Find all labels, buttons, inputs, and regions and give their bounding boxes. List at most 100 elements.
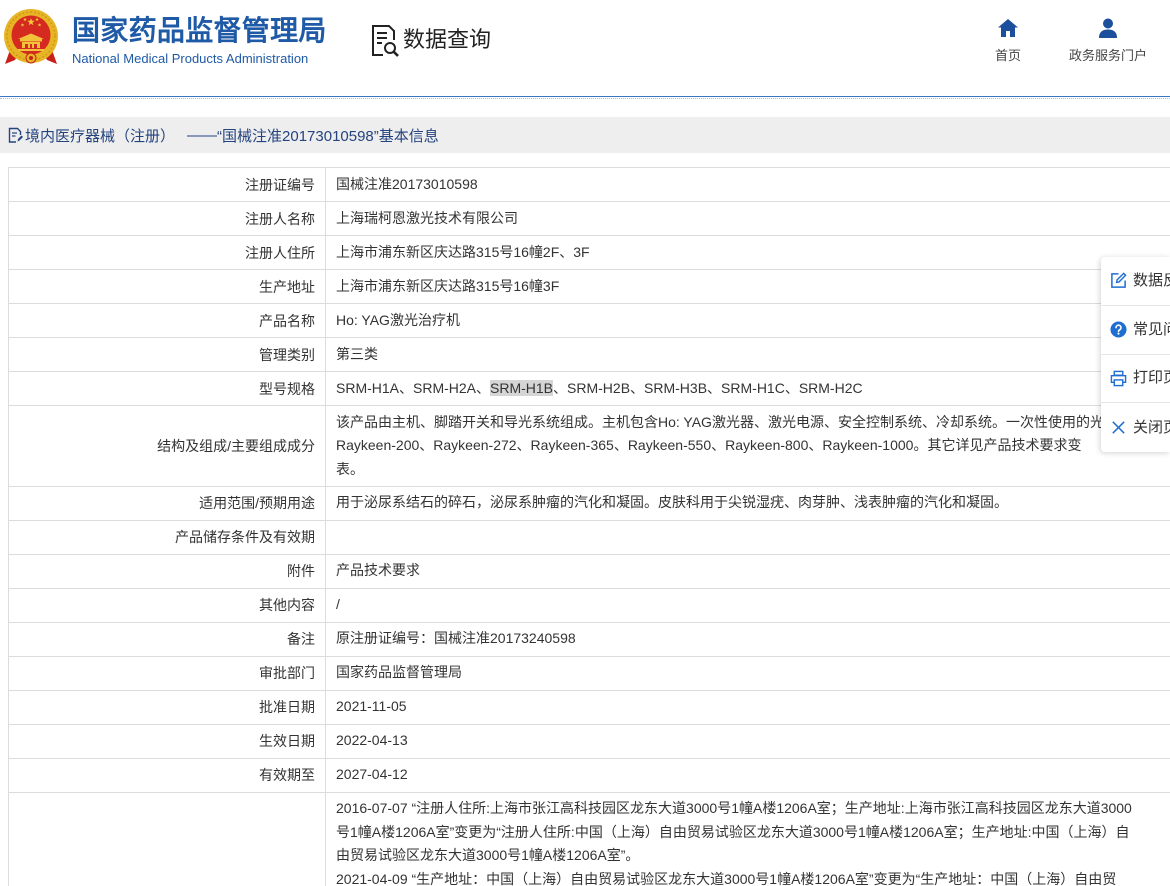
- field-value: 上海市浦东新区庆达路315号16幢3F: [326, 270, 1170, 303]
- value-line: SRM-H1A、SRM-H2A、SRM-H1B、SRM-H2B、SRM-H3B、…: [336, 377, 1170, 401]
- table-row: 注册证编号 国械注准20173010598: [9, 168, 1170, 202]
- text-segment: SRM-H1A、SRM-H2A、: [336, 379, 491, 396]
- value-line: 上海市浦东新区庆达路315号16幢2F、3F: [336, 243, 590, 260]
- breadcrumb: 境内医疗器械（注册） —— “国械注准20173010598”基本信息: [0, 117, 1170, 153]
- panel-item-label: 打印页: [1133, 369, 1170, 387]
- field-value: 国家药品监督管理局: [326, 657, 1170, 690]
- nav-home-link[interactable]: 首页: [978, 18, 1038, 68]
- value-line: 2022-04-13: [336, 732, 408, 749]
- field-value: 上海市浦东新区庆达路315号16幢2F、3F: [326, 236, 1170, 269]
- value-line: 2021-11-05: [336, 698, 407, 715]
- selected-text: SRM-H1B: [490, 379, 554, 396]
- field-label: 注册人名称: [9, 202, 326, 235]
- section-title: 数据查询: [403, 27, 492, 52]
- table-row: 审批部门 国家药品监督管理局: [9, 656, 1170, 691]
- page: 国家药品监督管理局 National Medical Products Admi…: [0, 0, 1170, 886]
- text-segment: 、SRM-H2B、SRM-H3B、SRM-H1C、SRM-H2C: [553, 379, 863, 396]
- value-line: 国械注准20173010598: [336, 175, 478, 192]
- value-line: 上海市浦东新区庆达路315号16幢3F: [336, 277, 560, 294]
- close-page-button[interactable]: 关闭页: [1101, 403, 1170, 452]
- field-value: 用于泌尿系结石的碎石，泌尿系肿瘤的汽化和凝固。皮肤科用于尖锐湿疣、肉芽肿、浅表肿…: [326, 487, 1170, 520]
- field-value: 该产品由主机、脚踏开关和导光系统组成。主机包含Ho: YAG激光器、激光电源、安…: [326, 406, 1170, 486]
- side-tool-panel: 数据反 常见问 打印页: [1101, 257, 1170, 452]
- value-line: 由贸易试验区龙东大道3000号1幢A楼1206A室”。: [336, 847, 640, 863]
- field-value: [326, 521, 1170, 554]
- table-row: 其他内容 /: [9, 588, 1170, 623]
- printer-icon: [1110, 370, 1127, 387]
- panel-item-label: 数据反: [1133, 271, 1170, 289]
- table-row: 生效日期 2022-04-13: [9, 724, 1170, 759]
- field-label: 其他内容: [9, 588, 326, 622]
- field-label: [9, 792, 326, 886]
- value-line: Ho: YAG激光治疗机: [336, 311, 460, 328]
- field-label: 批准日期: [9, 690, 326, 724]
- field-value: 2027-04-12: [326, 759, 1170, 792]
- close-icon: [1110, 419, 1127, 436]
- value-line: 号1幢A楼1206A室”变更为“注册人住所:中国（上海）自由贸易试验区龙东大道3…: [336, 823, 1130, 840]
- field-label: 生产地址: [9, 270, 326, 303]
- field-label: 适用范围/预期用途: [9, 486, 326, 520]
- table-row: 备注 原注册证编号：国械注准20173240598: [9, 622, 1170, 657]
- field-value: 国械注准20173010598: [326, 168, 1170, 201]
- table-row: 型号规格 SRM-H1A、SRM-H2A、SRM-H1B、SRM-H2B、SRM-…: [9, 372, 1170, 406]
- national-emblem-icon: [3, 8, 59, 66]
- value-line: 第三类: [336, 345, 378, 362]
- value-line: 该产品由主机、脚踏开关和导光系统组成。主机包含Ho: YAG激光器、激光电源、安…: [336, 413, 1104, 430]
- field-value: 2016-07-07 “注册人住所:上海市张江高科技园区龙东大道3000号1幢A…: [326, 793, 1170, 886]
- site-subtitle: National Medical Products Administration: [72, 51, 309, 66]
- nav-service-portal-label: 政务服务门户: [1068, 48, 1147, 63]
- registration-info-table: 注册证编号 国械注准20173010598 注册人名称 上海瑞柯恩激光技术有限公司 注册…: [8, 167, 1170, 886]
- value-line: 国家药品监督管理局: [336, 664, 462, 681]
- field-label: 备注: [9, 622, 326, 656]
- value-line: 表。: [336, 460, 364, 477]
- value-line: 原注册证编号：国械注准20173240598: [336, 630, 576, 647]
- site-header: 国家药品监督管理局 National Medical Products Admi…: [0, 0, 1170, 96]
- edit-icon: [1110, 272, 1127, 289]
- value-line: 用于泌尿系结石的碎石，泌尿系肿瘤的汽化和凝固。皮肤科用于尖锐湿疣、肉芽肿、浅表肿…: [336, 494, 1008, 511]
- table-row: 结构及组成/主要组成成分 该产品由主机、脚踏开关和导光系统组成。主机包含Ho: Y…: [9, 406, 1170, 487]
- value-line: 产品技术要求: [336, 562, 420, 579]
- field-value: 原注册证编号：国械注准20173240598: [326, 623, 1170, 656]
- field-label: 审批部门: [9, 656, 326, 690]
- field-label: 结构及组成/主要组成成分: [9, 406, 326, 486]
- value-line: 2027-04-12: [336, 766, 408, 783]
- field-label: 管理类别: [9, 338, 326, 371]
- table-row: 产品储存条件及有效期: [9, 520, 1170, 555]
- breadcrumb-separator: ——: [187, 126, 218, 144]
- faq-button[interactable]: 常见问: [1101, 306, 1170, 355]
- table-row: 注册人住所 上海市浦东新区庆达路315号16幢2F、3F: [9, 236, 1170, 270]
- field-value: 第三类: [326, 338, 1170, 371]
- site-logo-link[interactable]: 国家药品监督管理局 National Medical Products Admi…: [0, 6, 340, 70]
- table-row: 适用范围/预期用途 用于泌尿系结石的碎石，泌尿系肿瘤的汽化和凝固。皮肤科用于尖锐湿…: [9, 486, 1170, 521]
- table-row: 管理类别 第三类: [9, 338, 1170, 372]
- field-value: 2022-04-13: [326, 725, 1170, 758]
- breadcrumb-title: “国械注准20173010598”基本信息: [217, 127, 439, 145]
- field-label: 注册人住所: [9, 236, 326, 269]
- nav-service-portal-link[interactable]: 政务服务门户: [1058, 18, 1158, 68]
- field-label: 型号规格: [9, 372, 326, 405]
- value-line: 2016-07-07 “注册人住所:上海市张江高科技园区龙东大道3000号1幢A…: [336, 800, 1132, 816]
- site-title: 国家药品监督管理局: [72, 15, 327, 46]
- value-line: /: [336, 596, 340, 613]
- question-circle-icon: [1110, 321, 1127, 338]
- data-query-icon: [370, 24, 400, 58]
- table-row: 附件 产品技术要求: [9, 554, 1170, 589]
- home-icon: [997, 18, 1019, 38]
- nav-home-label: 首页: [994, 48, 1021, 63]
- table-row: 产品名称 Ho: YAG激光治疗机: [9, 304, 1170, 338]
- field-label: 附件: [9, 554, 326, 588]
- value-line: 2021-04-09 “生产地址：中国（上海）自由贸易试验区龙东大道3000号1…: [336, 870, 1117, 886]
- print-page-button[interactable]: 打印页: [1101, 355, 1170, 404]
- field-value: 2021-11-05: [326, 691, 1170, 724]
- data-feedback-button[interactable]: 数据反: [1101, 257, 1170, 306]
- field-value: 上海瑞柯恩激光技术有限公司: [326, 202, 1170, 235]
- field-label: 注册证编号: [9, 168, 326, 201]
- panel-item-label: 常见问: [1133, 320, 1170, 338]
- field-value: 产品技术要求: [326, 555, 1170, 588]
- table-row: 有效期至 2027-04-12: [9, 758, 1170, 793]
- field-label: 产品储存条件及有效期: [9, 520, 326, 554]
- table-row: 生产地址 上海市浦东新区庆达路315号16幢3F: [9, 270, 1170, 304]
- panel-item-label: 关闭页: [1133, 418, 1170, 436]
- table-row: 2016-07-07 “注册人住所:上海市张江高科技园区龙东大道3000号1幢A…: [9, 792, 1170, 886]
- table-row: 批准日期 2021-11-05: [9, 690, 1170, 725]
